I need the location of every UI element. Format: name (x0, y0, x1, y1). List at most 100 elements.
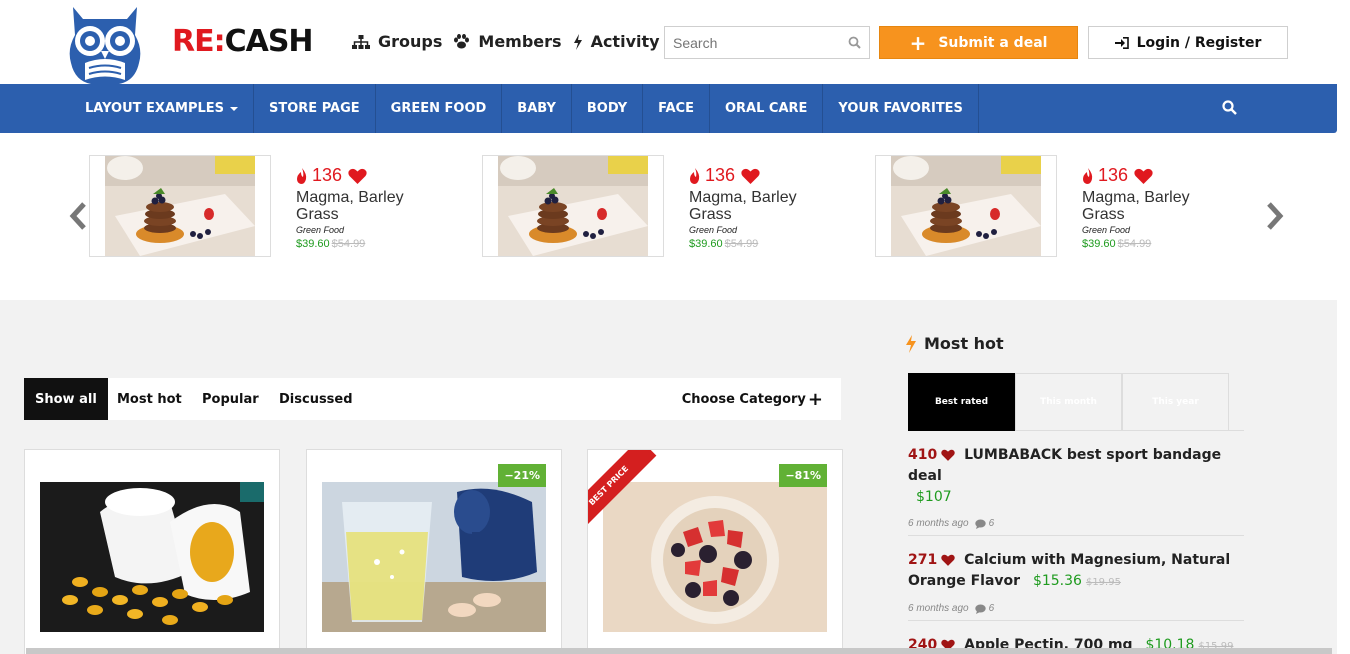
most-hot-sidebar: Most hot Best rated This month This year… (906, 300, 1246, 654)
caret-down-icon (230, 106, 239, 111)
product-category[interactable]: Green Food (689, 225, 839, 235)
nav-label: STORE PAGE (269, 101, 360, 116)
nav-label: ORAL CARE (724, 101, 808, 116)
sidebar-title-text: Most hot (924, 334, 1004, 353)
groups-link[interactable]: Groups (352, 32, 442, 51)
product-category[interactable]: Green Food (1082, 225, 1232, 235)
product-price: $39.60 $54.99 (689, 238, 839, 250)
paw-icon (454, 34, 470, 49)
price-old: $54.99 (1117, 238, 1152, 250)
deal-card[interactable]: −21% (306, 449, 562, 654)
ribbon-label: BEST PRICE (588, 450, 657, 534)
search-icon[interactable] (848, 36, 861, 49)
heart-icon[interactable] (1134, 168, 1153, 184)
pancake-dessert-image (105, 156, 255, 256)
carousel-card[interactable]: 136 Magma, Barley Grass Green Food $39.6… (482, 155, 842, 257)
tab-show-all[interactable]: Show all (24, 378, 108, 420)
comment-icon (974, 519, 986, 529)
nav-label: GREEN FOOD (390, 101, 487, 116)
filter-bar: Show all Most hot Popular Discussed Choo… (24, 378, 841, 420)
nav-item-store-page[interactable]: STORE PAGE (254, 84, 376, 133)
heart-icon[interactable] (348, 168, 367, 184)
hot-value: 136 (312, 165, 343, 185)
product-price: $39.60 $54.99 (296, 238, 446, 250)
hot-count: 410 (908, 447, 938, 463)
heart-icon[interactable] (741, 168, 760, 184)
carousel-image[interactable] (89, 155, 271, 257)
nav-item-body[interactable]: BODY (572, 84, 644, 133)
price-old: $54.99 (331, 238, 366, 250)
discount-badge: −81% (779, 464, 827, 487)
choose-category-dropdown[interactable]: Choose Category + (682, 378, 823, 420)
heart-icon[interactable] (941, 449, 955, 461)
price-old: $54.99 (724, 238, 759, 250)
activity-link[interactable]: Activity (573, 32, 660, 51)
search-input[interactable] (665, 34, 835, 51)
carousel-card[interactable]: 136 Magma, Barley Grass Green Food $39.6… (89, 155, 449, 257)
sidebar-title: Most hot (906, 334, 1004, 353)
submit-deal-button[interactable]: + Submit a deal (879, 26, 1078, 59)
featured-carousel: 136 Magma, Barley Grass Green Food $39.6… (0, 133, 1350, 300)
owl-logo-icon[interactable] (63, 5, 147, 84)
hot-count: 271 (908, 552, 938, 568)
nav-item-your-favorites[interactable]: YOUR FAVORITES (823, 84, 979, 133)
deal-card[interactable]: −81% BEST PRICE (587, 449, 843, 654)
sign-in-icon (1114, 36, 1129, 49)
tab-most-hot[interactable]: Most hot (117, 378, 182, 420)
nav-item-baby[interactable]: BABY (502, 84, 572, 133)
item-time: 6 months ago (908, 603, 969, 614)
nav-item-green-food[interactable]: GREEN FOOD (376, 84, 503, 133)
top-links: Groups Members Activity (352, 32, 671, 51)
bolt-icon (906, 334, 916, 353)
nav-item-layout-examples[interactable]: LAYOUT EXAMPLES (70, 84, 255, 133)
item-comments[interactable]: 6 (989, 603, 995, 614)
main-content: Show all Most hot Popular Discussed Choo… (0, 300, 1337, 654)
best-price-ribbon: BEST PRICE (588, 450, 690, 552)
chevron-right-icon[interactable] (1265, 202, 1285, 230)
main-nav: LAYOUT EXAMPLES STORE PAGE GREEN FOOD BA… (0, 84, 1337, 133)
list-item[interactable]: 410 LUMBABACK best sport bandage deal $1… (908, 431, 1244, 536)
nav-search-icon[interactable] (1222, 100, 1237, 115)
members-label: Members (478, 32, 562, 51)
nav-label: BABY (517, 101, 556, 116)
flame-icon (297, 167, 307, 184)
comment-icon (974, 604, 986, 614)
product-title[interactable]: Magma, Barley Grass (1082, 189, 1232, 223)
pancake-dessert-image (498, 156, 648, 256)
heart-icon[interactable] (941, 554, 955, 566)
sidebar-list: 410 LUMBABACK best sport bandage deal $1… (908, 431, 1244, 654)
item-time: 6 months ago (908, 518, 969, 529)
hot-value: 136 (1098, 165, 1129, 185)
chevron-left-icon[interactable] (68, 202, 88, 230)
logo-re: RE (172, 24, 215, 59)
tab-popular[interactable]: Popular (202, 378, 259, 420)
pancake-dessert-image (891, 156, 1041, 256)
tab-best-rated[interactable]: Best rated (908, 373, 1015, 431)
product-title[interactable]: Magma, Barley Grass (689, 189, 839, 223)
site-logo[interactable]: RE:CASH (172, 24, 314, 59)
product-category[interactable]: Green Food (296, 225, 446, 235)
item-comments[interactable]: 6 (989, 518, 995, 529)
members-link[interactable]: Members (453, 32, 562, 51)
tab-this-year[interactable]: This year (1122, 373, 1229, 431)
horizontal-scrollbar[interactable] (26, 648, 1332, 654)
price-new: $39.60 (296, 238, 330, 250)
hot-count: 136 (1082, 165, 1232, 186)
bolt-icon (573, 33, 582, 50)
deal-card[interactable] (24, 449, 280, 654)
fish-oil-capsules-image[interactable] (40, 482, 264, 632)
carousel-image[interactable] (482, 155, 664, 257)
product-title[interactable]: Magma, Barley Grass (296, 189, 446, 223)
price-new: $39.60 (1082, 238, 1116, 250)
carousel-card[interactable]: 136 Magma, Barley Grass Green Food $39.6… (875, 155, 1235, 257)
login-register-button[interactable]: Login / Register (1088, 26, 1288, 59)
tab-this-month[interactable]: This month (1015, 373, 1122, 431)
nav-item-oral-care[interactable]: ORAL CARE (710, 84, 824, 133)
groups-label: Groups (378, 32, 443, 51)
tab-discussed[interactable]: Discussed (279, 378, 353, 420)
list-item[interactable]: 271 Calcium with Magnesium, Natural Oran… (908, 536, 1244, 621)
carousel-image[interactable] (875, 155, 1057, 257)
nav-item-face[interactable]: FACE (643, 84, 710, 133)
plus-icon: + (807, 388, 823, 410)
fizzy-water-dumbbell-image[interactable] (322, 482, 546, 632)
